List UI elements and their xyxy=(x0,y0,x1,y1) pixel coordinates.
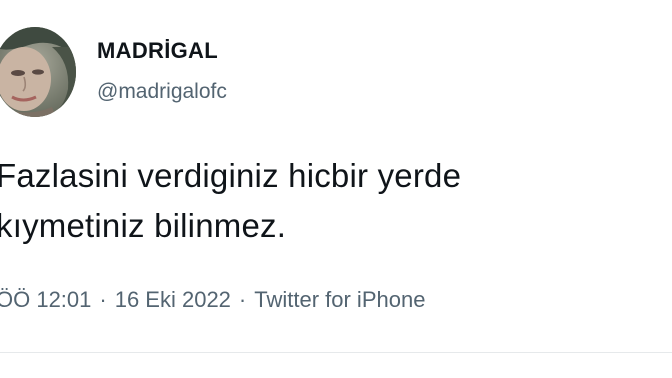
tweet-date[interactable]: 16 Eki 2022 xyxy=(115,287,231,312)
tweet-source[interactable]: Twitter for iPhone xyxy=(254,287,425,312)
display-name[interactable]: MADRİGAL xyxy=(97,38,218,64)
tweet-text-line: Fazlasini verdiginiz hicbir yerde xyxy=(0,157,462,194)
tweet-card: MADRİGAL @madrigalofc Fazlasini verdigin… xyxy=(0,0,672,378)
user-handle[interactable]: @madrigalofc xyxy=(97,80,227,104)
tweet-meta: ÖÖ 12:01 · 16 Eki 2022 · Twitter for iPhone xyxy=(0,287,425,313)
avatar-image xyxy=(0,27,76,117)
tweet-time[interactable]: ÖÖ 12:01 xyxy=(0,287,91,312)
meta-separator: · xyxy=(238,287,247,312)
tweet-text: Fazlasini verdiginiz hicbir yerde kıymet… xyxy=(0,151,656,251)
tweet-text-line: kıymetiniz bilinmez. xyxy=(0,207,287,244)
divider xyxy=(0,352,672,353)
meta-separator: · xyxy=(99,287,107,312)
avatar[interactable] xyxy=(0,27,76,117)
